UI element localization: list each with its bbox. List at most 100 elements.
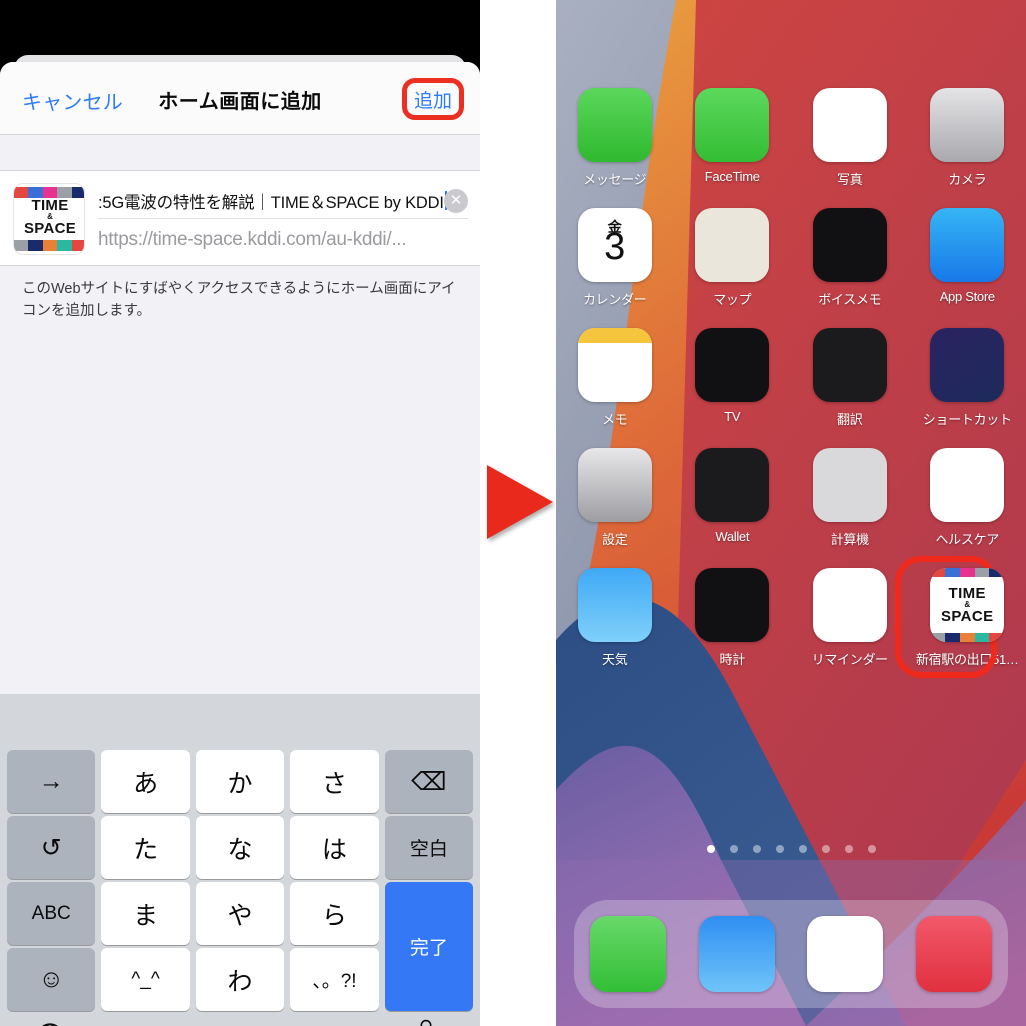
app-label: ボイスメモ (818, 292, 882, 307)
app-row: メモ tv TV A 文翻訳 ショートカット (556, 328, 1026, 448)
app-label: App Store (939, 289, 995, 304)
app-icon-notes[interactable]: メモ (556, 328, 674, 448)
favicon-bottom-stripe (14, 240, 84, 251)
keyboard-bottom-bar (0, 1014, 480, 1026)
app-icon-time-and-space-webclip[interactable]: TIME & SPACE 新宿駅の出口51… (894, 556, 1026, 688)
app-icon-facetime[interactable]: FaceTime (674, 88, 792, 208)
voice-memos-icon[interactable] (812, 208, 887, 282)
clock-icon[interactable]: 121234567891011 (695, 568, 770, 642)
page-dot[interactable] (752, 845, 761, 853)
page-dot[interactable] (706, 845, 715, 853)
app-icon-health[interactable]: ヘルスケア (909, 448, 1026, 568)
key-na[interactable]: な (195, 816, 285, 879)
messages-icon[interactable] (577, 88, 652, 162)
app-icon-clock[interactable]: 121234567891011 時計 (674, 568, 792, 688)
notes-icon[interactable] (577, 328, 652, 402)
calendar-icon[interactable]: 金3 (577, 208, 652, 282)
app-label: リマインダー (811, 652, 889, 667)
app-icon-wallet[interactable]: Wallet (674, 448, 792, 568)
app-icon-weather[interactable]: 天気 (556, 568, 674, 688)
camera-icon[interactable] (930, 88, 1005, 162)
time-and-space-webclip-icon[interactable]: TIME & SPACE (930, 568, 1005, 642)
app-label: 天気 (602, 652, 628, 667)
phone-icon[interactable] (590, 916, 667, 992)
app-icon-camera[interactable]: カメラ (909, 88, 1026, 208)
key-kaomoji[interactable]: ^_^ (101, 948, 190, 1011)
app-label: 設定 (602, 532, 628, 547)
photos-icon[interactable] (812, 88, 887, 162)
app-store-icon[interactable] (930, 208, 1005, 282)
key-abc[interactable]: ABC (7, 882, 96, 945)
app-icon-settings[interactable]: 設定 (556, 448, 674, 568)
japanese-keyboard: → あかさ ⌫ ↺ たなは空白 ABC まやら完了 ☺ ^_^ わ、。?! (0, 694, 480, 1026)
key-space[interactable]: 空白 (384, 816, 474, 879)
sheet-navbar: キャンセル ホーム画面に追加 追加 (0, 62, 480, 135)
key-ka[interactable]: か (195, 750, 285, 813)
app-icon-calculator[interactable]: 計算機 (791, 448, 909, 568)
app-icon-reminders[interactable]: リマインダー (791, 568, 909, 688)
page-dot[interactable] (844, 845, 853, 853)
app-row: 設定 Wallet 計算機 ヘルスケア (556, 448, 1026, 568)
app-icon-translate[interactable]: A 文翻訳 (791, 328, 909, 448)
app-label: 写真 (837, 172, 863, 187)
page-dot[interactable] (729, 845, 738, 853)
key-ra[interactable]: ら (290, 882, 379, 945)
app-label: 時計 (719, 652, 746, 667)
key-punctuation[interactable]: 、。?! (290, 948, 379, 1011)
key-next[interactable]: → (7, 750, 96, 813)
microphone-icon[interactable] (410, 1018, 442, 1026)
app-icon-voice-memos[interactable]: ボイスメモ (791, 208, 909, 328)
app-label: マップ (713, 292, 752, 307)
page-dot[interactable] (798, 845, 807, 853)
safari-icon[interactable] (807, 916, 884, 992)
keyboard-row: → あかさ ⌫ (0, 750, 480, 813)
mail-icon[interactable] (698, 916, 775, 992)
weather-icon[interactable] (577, 568, 652, 642)
app-icon-calendar[interactable]: 金 3 カレンダー (556, 208, 674, 328)
sheet-spacer (0, 135, 480, 171)
reminders-icon[interactable] (812, 568, 887, 642)
app-icon-app-store[interactable]: App Store (909, 208, 1026, 328)
tv-icon[interactable]: tv (695, 328, 770, 402)
calculator-icon[interactable] (812, 448, 887, 522)
app-icon-shortcuts[interactable]: ショートカット (909, 328, 1026, 448)
shortcuts-icon[interactable] (930, 328, 1005, 402)
page-dot[interactable] (775, 845, 784, 853)
page-dot[interactable] (821, 845, 830, 853)
key-wa[interactable]: わ (195, 948, 285, 1011)
clear-text-icon[interactable]: ✕ (444, 189, 468, 213)
right-phone-home-screen: メッセージ FaceTime 写真 カメラ金3 カレンダー 280 マップ ボイスメモ (556, 0, 1026, 1026)
add-button[interactable]: 追加 (402, 78, 464, 120)
health-icon[interactable] (930, 448, 1005, 522)
key-ma[interactable]: ま (101, 882, 190, 945)
wallet-icon[interactable] (695, 448, 770, 522)
translate-icon[interactable]: A 文 (812, 328, 887, 402)
app-icon-maps[interactable]: 280 マップ (674, 208, 792, 328)
key-ta[interactable]: た (101, 816, 190, 879)
music-icon[interactable] (915, 916, 992, 992)
key-sa[interactable]: さ (290, 750, 379, 813)
add-button-container[interactable]: 追加 (402, 78, 464, 120)
settings-icon[interactable] (577, 448, 652, 522)
key-ya[interactable]: や (195, 882, 285, 945)
app-label: カメラ (948, 172, 987, 187)
webclip-title-value: :5G電波の特性を解説｜TIME＆SPACE by KDDI (98, 193, 444, 212)
webclip-title-field[interactable]: :5G電波の特性を解説｜TIME＆SPACE by KDDI (98, 183, 468, 219)
facetime-icon[interactable] (695, 88, 770, 162)
app-icon-messages[interactable]: メッセージ (556, 88, 674, 208)
app-icon-photos[interactable]: 写真 (791, 88, 909, 208)
key-a[interactable]: あ (101, 750, 190, 813)
maps-icon[interactable]: 280 (695, 208, 770, 282)
page-dot[interactable] (867, 845, 876, 853)
app-label: メモ (602, 412, 628, 427)
key-undo[interactable]: ↺ (7, 816, 96, 879)
keyboard-row: ☺ ^_^ わ、。?! (0, 948, 480, 1011)
key-delete[interactable]: ⌫ (384, 750, 474, 813)
key-ha[interactable]: は (290, 816, 379, 879)
globe-icon[interactable] (33, 1020, 67, 1026)
key-emoji[interactable]: ☺ (7, 948, 96, 1011)
app-icon-tv[interactable]: tv TV (674, 328, 792, 448)
app-label: 翻訳 (837, 412, 863, 427)
app-row: メッセージ FaceTime 写真 カメラ (556, 88, 1026, 208)
page-dots[interactable] (556, 845, 1026, 853)
